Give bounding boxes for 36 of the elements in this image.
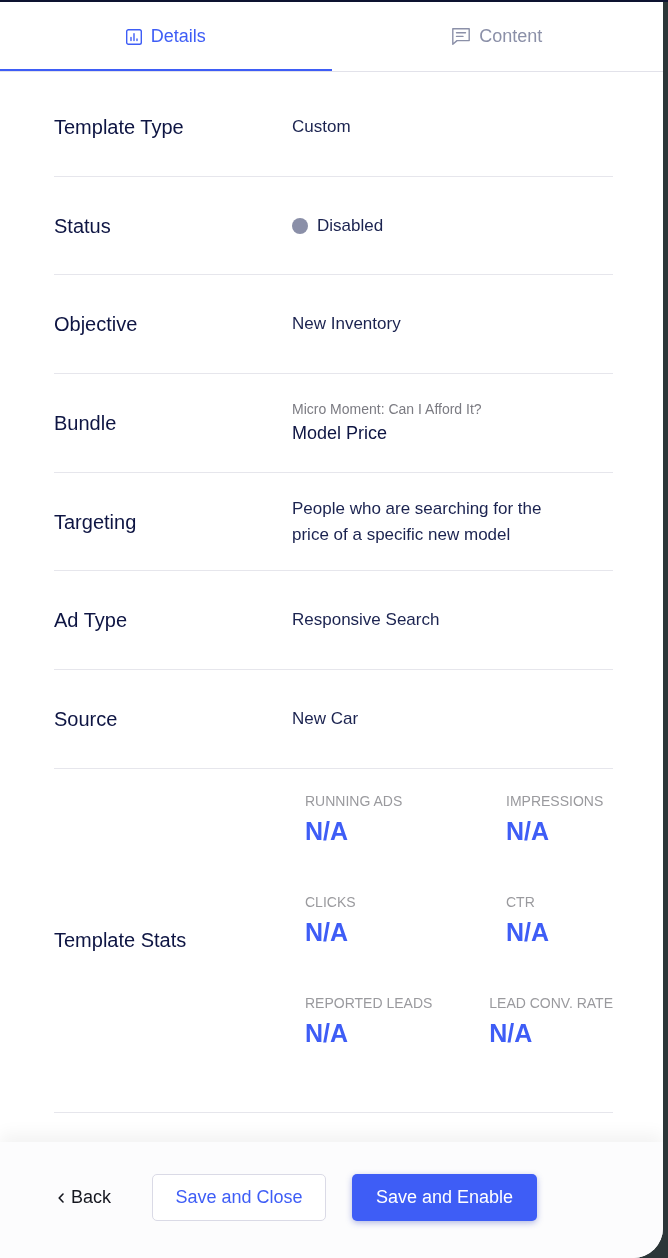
save-and-enable-button[interactable]: Save and Enable [352,1174,538,1221]
back-button[interactable]: Back [58,1174,112,1221]
stat-label: IMPRESSIONS [506,791,605,811]
stat-value: N/A [489,1017,534,1049]
stat-label: CTR [506,892,536,912]
message-icon [452,28,471,45]
stat-label: LEAD CONV. RATE [489,993,613,1013]
field-value: New Car [292,707,360,730]
field-label: Targeting [54,509,138,535]
stat-value: N/A [305,1017,350,1049]
field-label: Objective [54,312,139,338]
stat-value: N/A [506,815,551,847]
stat-label: CLICKS [305,892,357,912]
field-label: Status [54,213,112,239]
chevron-left-icon [58,1192,64,1203]
field-label: Bundle [54,410,118,436]
save-and-close-button[interactable]: Save and Close [152,1174,327,1221]
bundle-caption: Micro Moment: Can I Afford It? [292,400,483,419]
field-label: Template Type [54,114,185,140]
stat-value: N/A [305,916,350,948]
field-value: People who are searching for the price of a specific new model [292,497,543,546]
bar-chart-icon [125,28,142,45]
stat-value: N/A [506,916,551,948]
field-label: Ad Type [54,608,129,634]
field-value: Custom [292,115,352,138]
stat-label: RUNNING ADS [305,791,404,811]
stat-value: N/A [305,815,350,847]
tab[interactable]: Content [331,2,663,71]
stat-label: REPORTED LEADS [305,993,433,1013]
status-text: Disabled [317,214,384,237]
tab[interactable]: Details [0,2,332,71]
bundle-name: Model Price [292,422,389,446]
field-label: Source [54,706,119,732]
field-value: New Inventory [292,313,402,336]
field-value: Responsive Search [292,609,441,632]
field-label: Template Stats [54,928,188,954]
